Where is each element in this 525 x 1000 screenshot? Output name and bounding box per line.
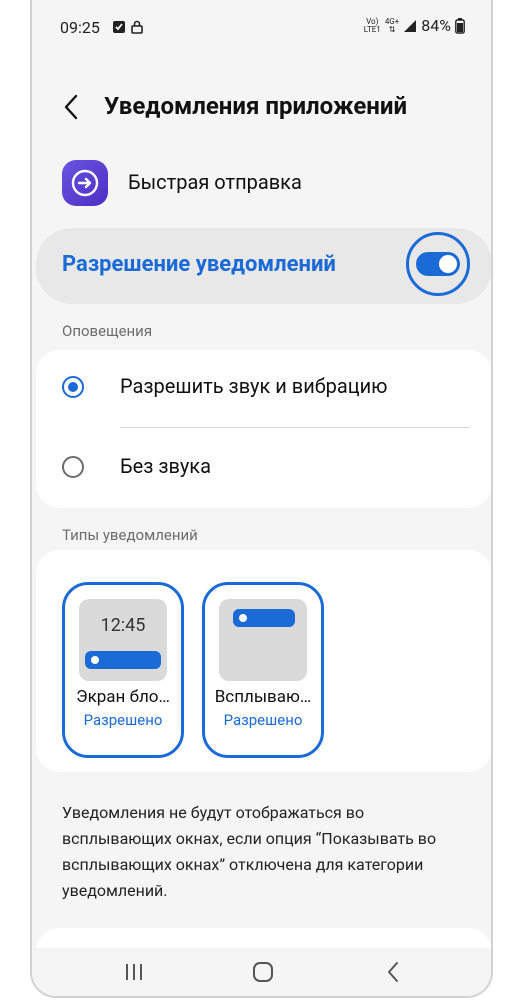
battery-percent: 84% bbox=[421, 16, 451, 35]
alerts-section-title: Оповещения bbox=[62, 322, 153, 340]
lock-screen-type[interactable]: 12:45 Экран бло… Разрешено bbox=[62, 582, 184, 758]
network-indicator: 4G+ ⇅ bbox=[384, 16, 400, 34]
status-time: 09:25 bbox=[60, 18, 100, 37]
checkbox-notification-icon bbox=[113, 21, 125, 33]
home-icon[interactable] bbox=[251, 960, 275, 984]
lock-screen-preview: 12:45 bbox=[79, 599, 167, 681]
lock-icon bbox=[131, 20, 143, 34]
type-status: Разрешено bbox=[83, 711, 163, 729]
notification-permission-label: Разрешение уведомлений bbox=[62, 252, 336, 277]
radio-unselected-icon[interactable] bbox=[62, 456, 84, 478]
radio-selected-icon[interactable] bbox=[62, 376, 84, 398]
popup-type[interactable]: Всплываю… Разрешено bbox=[202, 582, 324, 758]
popup-preview bbox=[219, 599, 307, 681]
notification-permission-toggle[interactable] bbox=[416, 252, 460, 276]
notification-permission-row[interactable]: Разрешение уведомлений bbox=[36, 228, 491, 304]
popup-note-text: Уведомления не будут отображаться во всп… bbox=[62, 803, 437, 900]
alert-option-label: Без звука bbox=[120, 454, 211, 478]
type-status: Разрешено bbox=[223, 711, 303, 729]
app-info-row: Быстрая отправка bbox=[32, 152, 491, 212]
recent-apps-icon[interactable] bbox=[122, 960, 146, 984]
page-title: Уведомления приложений bbox=[104, 92, 408, 120]
preview-notification-bar bbox=[85, 651, 161, 669]
type-name: Всплываю… bbox=[214, 687, 312, 707]
notification-types-section-title: Типы уведомлений bbox=[62, 526, 198, 544]
battery-icon bbox=[455, 17, 465, 34]
toggle-knob bbox=[439, 255, 457, 273]
navigation-bar bbox=[32, 948, 491, 996]
phone-screen: 09:25 Vo) LTE1 4G+ ⇅ 84% Уведомления при… bbox=[30, 0, 493, 998]
toggle-highlight-ring bbox=[406, 232, 470, 296]
preview-dot bbox=[91, 656, 99, 664]
alert-option-label: Разрешить звук и вибрацию bbox=[120, 374, 388, 398]
quick-share-app-icon bbox=[62, 160, 108, 206]
back-arrow-icon[interactable] bbox=[60, 92, 84, 122]
preview-dot bbox=[239, 614, 247, 622]
alerts-card: Разрешить звук и вибрацию Без звука bbox=[36, 350, 491, 508]
back-nav-icon[interactable] bbox=[382, 960, 406, 984]
alert-option-silent[interactable]: Без звука bbox=[36, 430, 491, 508]
header: Уведомления приложений bbox=[32, 80, 491, 134]
type-name: Экран бло… bbox=[76, 687, 170, 707]
preview-time: 12:45 bbox=[100, 615, 146, 636]
preview-notification-bar bbox=[233, 609, 295, 627]
status-bar: 09:25 Vo) LTE1 4G+ ⇅ 84% bbox=[32, 0, 491, 56]
volte-indicator: Vo) LTE1 bbox=[363, 16, 381, 34]
status-right: Vo) LTE1 4G+ ⇅ 84% bbox=[364, 16, 465, 35]
divider bbox=[120, 427, 470, 428]
signal-icon bbox=[404, 19, 417, 32]
notification-types-card: 12:45 Экран бло… Разрешено Всплываю… Раз… bbox=[36, 550, 491, 772]
app-name: Быстрая отправка bbox=[128, 170, 302, 194]
alert-option-sound-vibration[interactable]: Разрешить звук и вибрацию bbox=[36, 350, 491, 428]
